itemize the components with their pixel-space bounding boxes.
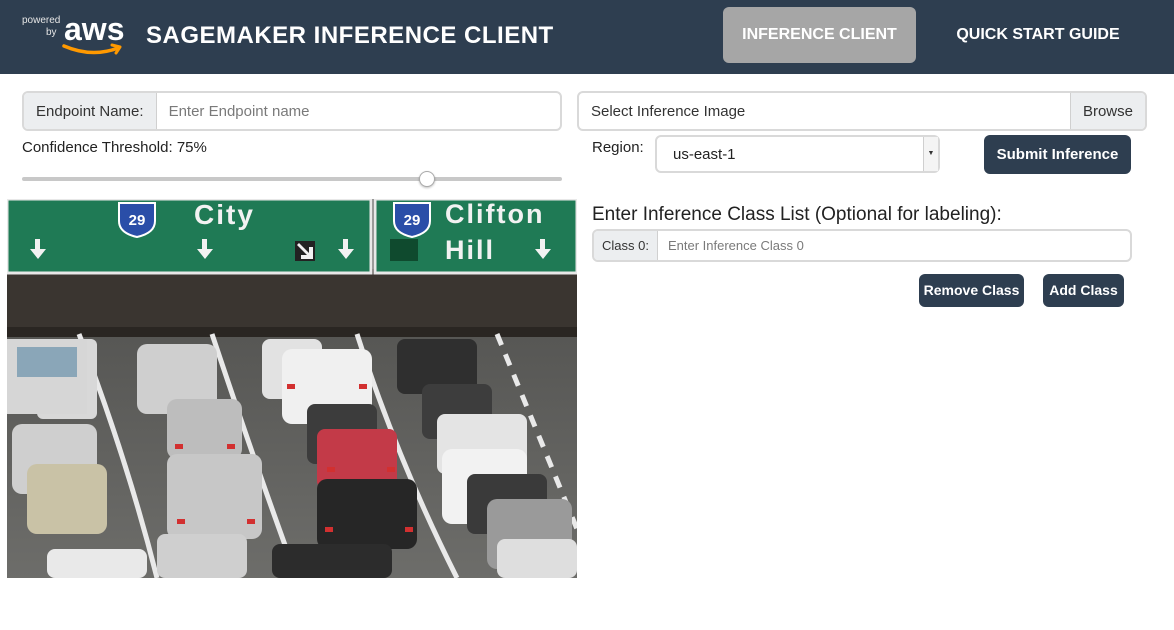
remove-class-button[interactable]: Remove Class [919,274,1024,307]
browse-button[interactable]: Browse [1069,93,1145,129]
endpoint-input-group: Endpoint Name: [22,91,562,131]
sign-1-text: City [194,199,255,230]
image-file-picker: Select Inference Image Browse [577,91,1147,131]
inference-image-preview: 29 City 29 Clifton Hill [7,199,577,578]
sign-2-route: 29 [404,212,421,229]
class-list-heading: Enter Inference Class List (Optional for… [592,204,1002,225]
submit-inference-button[interactable]: Submit Inference [984,135,1131,174]
powered-by-aws-logo: powered by aws [20,12,130,60]
route-29-shield: 29 [118,202,156,239]
region-selected-value: us-east-1 [673,146,736,163]
confidence-slider-track[interactable] [22,177,562,181]
logo-by-text: by [46,27,57,38]
region-label: Region: [592,139,644,156]
endpoint-label: Endpoint Name: [24,93,157,129]
sign-2-line2: Hill [445,235,495,265]
endpoint-name-input[interactable] [156,93,560,129]
class-row: Class 0: [592,229,1132,262]
class-0-input[interactable] [657,231,1130,260]
sign-2-line1: Clifton [445,199,544,229]
add-class-button[interactable]: Add Class [1043,274,1124,307]
region-select[interactable]: us-east-1 ▼ [655,135,940,173]
confidence-threshold-label: Confidence Threshold: 75% [22,139,207,156]
confidence-slider-thumb[interactable] [419,171,435,187]
app-title: SAGEMAKER INFERENCE CLIENT [146,22,554,49]
sign-1-route: 29 [129,212,146,229]
logo-aws-text: aws [64,11,125,47]
logo-powered-text: powered [22,15,61,26]
aws-smile-icon [62,43,122,55]
chevron-down-icon: ▼ [923,137,938,171]
app-header: powered by aws SAGEMAKER INFERENCE CLIEN… [0,0,1174,74]
traffic-photo: 29 City 29 Clifton Hill [7,199,577,578]
nav-inference-client[interactable]: INFERENCE CLIENT [723,7,916,63]
route-29-shield-2: 29 [393,202,431,239]
nav-quick-start-guide[interactable]: QUICK START GUIDE [924,7,1152,63]
class-0-label: Class 0: [594,231,658,260]
image-file-name[interactable]: Select Inference Image [579,93,1070,129]
